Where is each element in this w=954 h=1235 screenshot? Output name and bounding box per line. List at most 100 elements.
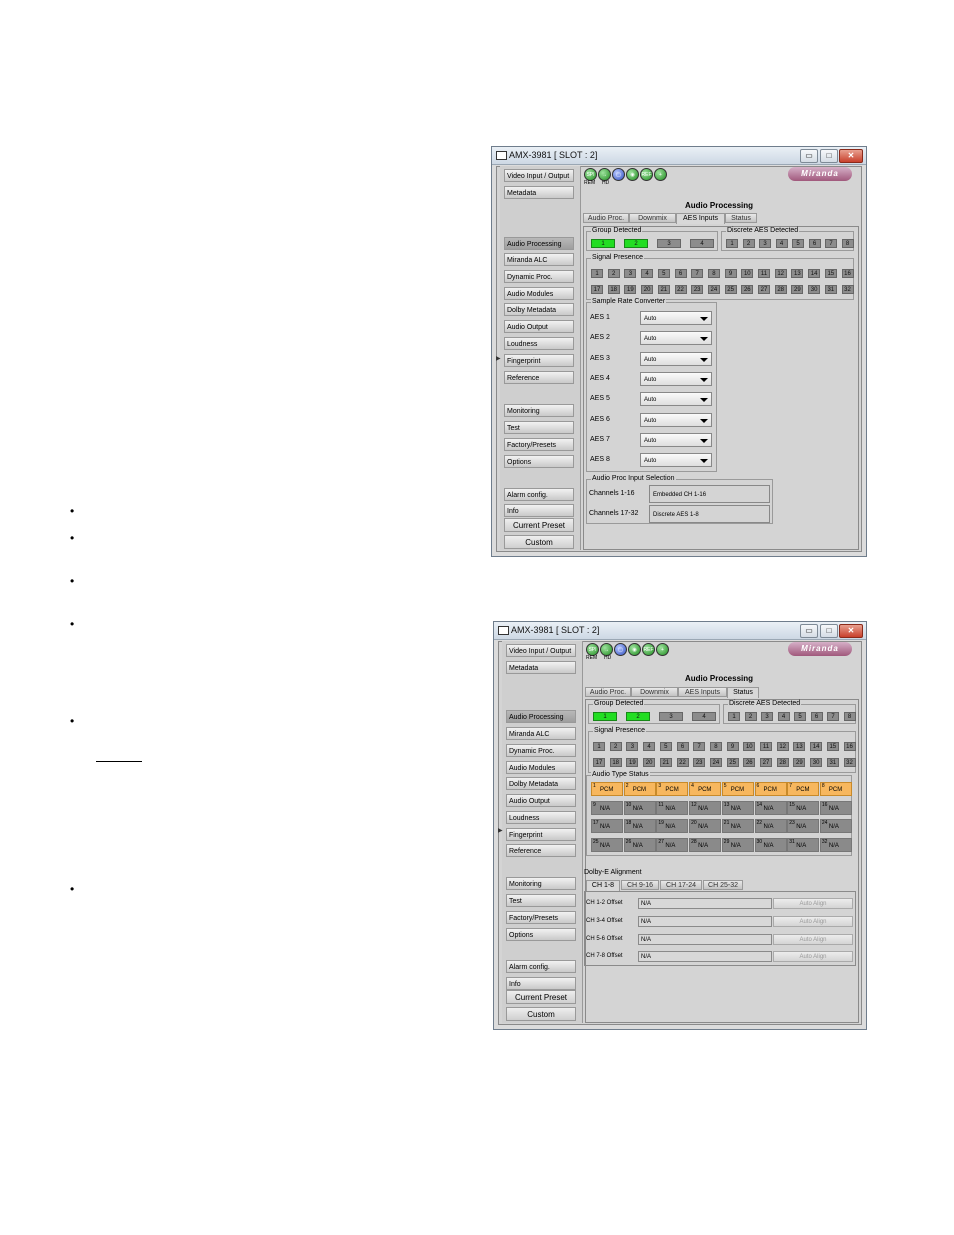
sidebar-item[interactable]: Dolby Metadata — [504, 303, 574, 316]
dolby-e-tab[interactable]: CH 9-16 — [621, 880, 659, 890]
sidebar-item[interactable]: Info — [506, 977, 576, 990]
close-button[interactable]: ✕ — [839, 624, 863, 638]
current-preset-button[interactable]: Current Preset — [504, 518, 574, 532]
channel-number: 26 — [625, 838, 632, 845]
sample-rate-select[interactable]: Auto — [640, 432, 712, 447]
sidebar-item[interactable]: Loudness — [504, 337, 574, 350]
sidebar-item[interactable]: Options — [504, 455, 574, 468]
bullet: • — [70, 531, 75, 545]
audio-type-cell: 29 N/A — [721, 837, 754, 852]
sidebar-item[interactable]: Reference — [504, 371, 574, 384]
sidebar-item[interactable]: Miranda ALC — [506, 727, 576, 740]
sidebar-item[interactable]: Video Input / Output — [504, 169, 574, 182]
close-button[interactable]: ✕ — [839, 149, 863, 163]
custom-button[interactable]: Custom — [506, 1007, 576, 1021]
monitor-icon[interactable]: ▢ — [612, 168, 625, 181]
discrete-aes-box: Discrete AES Detected 1 2 3 4 5 6 7 8 — [723, 700, 856, 724]
sidebar-item[interactable]: Monitoring — [506, 877, 576, 890]
auto-align-button[interactable]: Auto Align — [773, 898, 853, 909]
dolby-e-tab[interactable]: CH 1-8 — [586, 880, 620, 891]
sample-rate-select[interactable]: Auto — [640, 351, 712, 366]
tab-downmix[interactable]: Downmix — [631, 687, 678, 697]
signal-presence-label: Signal Presence — [591, 254, 644, 261]
maximize-button[interactable]: □ — [820, 149, 838, 163]
channel-number: 17 — [593, 820, 599, 826]
sidebar-item[interactable]: Audio Modules — [504, 287, 574, 300]
sample-rate-select[interactable]: Auto — [640, 371, 712, 386]
audio-type-value: PCM — [763, 787, 777, 793]
tab-aes-inputs[interactable]: AES Inputs — [678, 687, 727, 697]
signal-indicator: 28 — [776, 758, 789, 767]
sidebar-item[interactable]: Alarm config. — [504, 488, 574, 501]
toolbar: SPI → ▢ ◉ REF + REM HD Miranda — [584, 166, 858, 188]
signal-indicator: 4 — [641, 269, 654, 278]
sidebar-item[interactable]: Audio Processing — [504, 237, 574, 250]
tab-downmix[interactable]: Downmix — [629, 213, 676, 223]
audio-type-value: N/A — [600, 842, 611, 849]
sidebar-item[interactable]: Info — [504, 504, 574, 517]
sidebar-item[interactable]: Audio Output — [506, 794, 576, 807]
channel-number: 16 — [821, 801, 828, 808]
sidebar-item[interactable]: Audio Output — [504, 320, 574, 333]
current-preset-button[interactable]: Current Preset — [506, 990, 576, 1004]
sidebar-item[interactable]: Reference — [506, 844, 576, 857]
sidebar-item[interactable]: Video Input / Output — [506, 644, 576, 657]
offset-value: N/A — [638, 915, 772, 927]
signal-indicator: 14 — [810, 742, 823, 751]
sidebar-item[interactable]: Test — [504, 421, 574, 434]
dolby-e-tab[interactable]: CH 17-24 — [660, 880, 702, 890]
audio-type-value: N/A — [828, 805, 839, 812]
sidebar-item[interactable]: Metadata — [506, 661, 576, 674]
sidebar-item[interactable]: Factory/Presets — [504, 438, 574, 451]
sidebar-item[interactable]: Miranda ALC — [504, 253, 574, 266]
sample-rate-select[interactable]: Auto — [640, 311, 712, 325]
sidebar-item[interactable]: Dynamic Proc. — [506, 744, 576, 757]
tab-aes-inputs[interactable]: AES Inputs — [676, 213, 725, 224]
hd-label: HD — [602, 180, 610, 186]
sidebar-item[interactable]: Fingerprint — [506, 828, 576, 841]
auto-align-button[interactable]: Auto Align — [773, 951, 853, 963]
tab-audio-proc[interactable]: Audio Proc. — [585, 687, 631, 697]
add-icon[interactable]: + — [654, 168, 667, 181]
ref-icon[interactable]: REF — [642, 643, 655, 656]
custom-button[interactable]: Custom — [504, 535, 574, 549]
ref-icon[interactable]: REF — [640, 168, 653, 181]
audio-type-value: N/A — [730, 805, 741, 812]
group-detected-label: Group Detected — [591, 227, 643, 234]
audio-type-cell: 10 N/A — [623, 800, 656, 815]
sidebar-item[interactable]: Monitoring — [504, 404, 574, 417]
sample-rate-select[interactable]: Auto — [640, 453, 712, 468]
sidebar-item[interactable]: Audio Modules — [506, 761, 576, 774]
sample-rate-select[interactable]: Auto — [640, 392, 712, 407]
aes-label: AES 6 — [590, 415, 610, 423]
sidebar-item[interactable]: Factory/Presets — [506, 911, 576, 924]
tab-audio-proc[interactable]: Audio Proc. — [583, 213, 629, 223]
discrete-aes-indicator: 2 — [742, 239, 755, 248]
auto-align-button[interactable]: Auto Align — [773, 933, 853, 945]
sidebar-item[interactable]: Alarm config. — [506, 960, 576, 973]
sidebar-item[interactable]: Loudness — [506, 811, 576, 824]
sidebar-item[interactable]: Metadata — [504, 186, 574, 199]
input-selection-box: Audio Proc Input Selection Channels 1-16 E… — [586, 475, 773, 524]
monitor-icon[interactable]: ▢ — [614, 643, 627, 656]
tab-status[interactable]: Status — [727, 687, 759, 698]
sidebar-item[interactable]: Dolby Metadata — [506, 777, 576, 790]
speaker-icon[interactable]: ◉ — [628, 643, 641, 656]
dolby-e-tab[interactable]: CH 25-32 — [703, 880, 743, 890]
minimize-button[interactable]: ▭ — [800, 624, 818, 638]
add-icon[interactable]: + — [656, 643, 669, 656]
minimize-button[interactable]: ▭ — [800, 149, 818, 163]
speaker-icon[interactable]: ◉ — [626, 168, 639, 181]
maximize-button[interactable]: □ — [820, 624, 838, 638]
auto-align-button[interactable]: Auto Align — [773, 915, 853, 927]
sidebar-item[interactable]: Dynamic Proc. — [504, 270, 574, 283]
rem-label: REM — [584, 180, 596, 186]
audio-type-cell: 31 N/A — [787, 837, 820, 852]
sidebar-item[interactable]: Test — [506, 894, 576, 907]
tab-status[interactable]: Status — [725, 213, 757, 223]
sidebar-item[interactable]: Options — [506, 928, 576, 941]
sample-rate-select[interactable]: Auto — [640, 412, 712, 427]
sample-rate-select[interactable]: Auto — [640, 331, 712, 346]
sidebar-item[interactable]: Audio Processing — [506, 710, 576, 723]
sidebar-item[interactable]: Fingerprint — [504, 354, 574, 367]
